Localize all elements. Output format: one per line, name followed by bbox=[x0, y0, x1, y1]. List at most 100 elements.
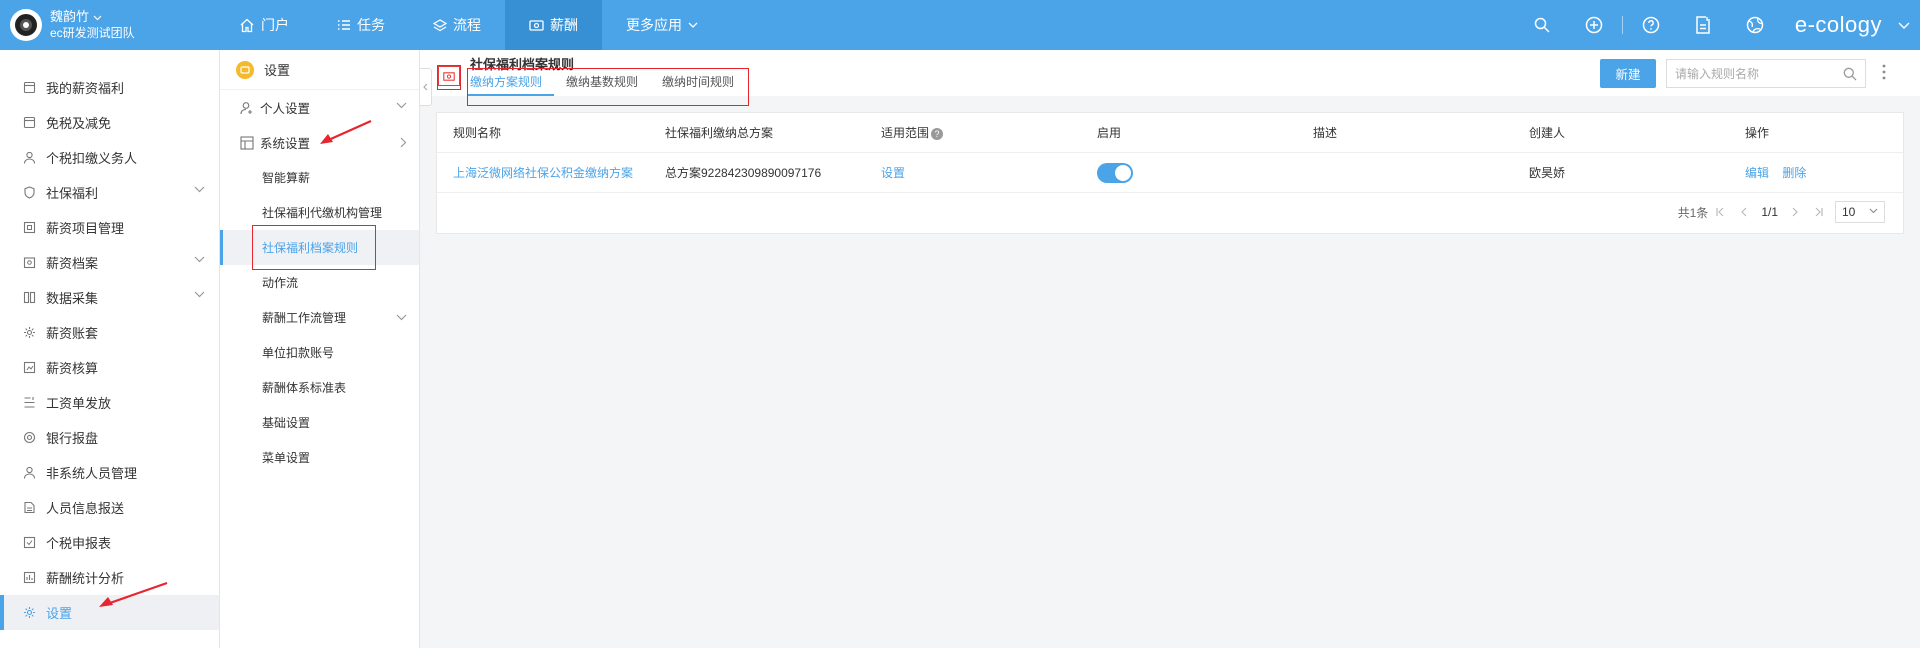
chevron-left-icon bbox=[423, 83, 428, 91]
table-header: 规则名称 社保福利缴纳总方案 适用范围? 启用 描述 创建人 操作 bbox=[437, 113, 1903, 153]
rule-name-link[interactable]: 上海泛微网络社保公积金缴纳方案 bbox=[437, 164, 649, 181]
report-button[interactable] bbox=[1677, 16, 1729, 34]
enabled-cell bbox=[1081, 162, 1297, 183]
creator-cell: 欧昊娇 bbox=[1529, 166, 1566, 180]
page-indicator: 1/1 bbox=[1761, 205, 1778, 219]
nav-more-apps[interactable]: 更多应用 bbox=[602, 0, 722, 50]
col-rule-name: 规则名称 bbox=[453, 126, 502, 140]
brand-logo: e-cology bbox=[1794, 12, 1882, 37]
chevron-down-icon bbox=[396, 314, 407, 321]
add-button[interactable] bbox=[1568, 16, 1620, 34]
grid-icon bbox=[22, 221, 36, 235]
search-input[interactable] bbox=[1675, 66, 1835, 81]
mail-icon bbox=[22, 116, 36, 130]
sidebar-item-12[interactable]: 人员信息报送 bbox=[0, 490, 219, 525]
sidebar-item-10[interactable]: 银行报盘 bbox=[0, 420, 219, 455]
submenu-item-7[interactable]: 基础设置 bbox=[220, 405, 419, 440]
sidebar-item-8[interactable]: 薪资核算 bbox=[0, 350, 219, 385]
sidebar-item-11[interactable]: 非系统人员管理 bbox=[0, 455, 219, 490]
chart-icon bbox=[22, 571, 36, 585]
chevron-down-icon bbox=[194, 256, 205, 263]
total-count: 共1条 bbox=[1677, 205, 1709, 220]
sidebar-item-4[interactable]: 薪资项目管理 bbox=[0, 210, 219, 245]
sidebar-item-5[interactable]: 薪资档案 bbox=[0, 245, 219, 280]
submenu-item-0[interactable]: 智能算薪 bbox=[220, 160, 419, 195]
chevron-down-icon bbox=[688, 22, 698, 28]
sidebar-item-3[interactable]: 社保福利 bbox=[0, 175, 219, 210]
sidebar-item-label: 免税及减免 bbox=[46, 116, 112, 131]
submenu-header: 设置 bbox=[220, 50, 419, 90]
chevron-down-icon bbox=[1869, 208, 1878, 214]
enabled-toggle[interactable] bbox=[1097, 162, 1133, 183]
chevron-down-icon bbox=[93, 15, 102, 21]
submenu-item-3[interactable]: 动作流 bbox=[220, 265, 419, 300]
chevron-left-icon bbox=[1741, 207, 1747, 217]
new-button[interactable]: 新建 bbox=[1600, 59, 1656, 88]
search-button[interactable] bbox=[1516, 17, 1568, 33]
last-page-button[interactable] bbox=[1814, 207, 1823, 217]
submenu-item-8[interactable]: 菜单设置 bbox=[220, 440, 419, 475]
delete-link[interactable]: 删除 bbox=[1782, 166, 1806, 180]
report-icon bbox=[1696, 16, 1710, 34]
home-icon bbox=[240, 18, 254, 32]
user-name: 魏韵竹 bbox=[50, 9, 90, 24]
brand-menu[interactable] bbox=[1888, 22, 1920, 29]
sidebar-item-9[interactable]: 工资单发放 bbox=[0, 385, 219, 420]
table-row: 上海泛微网络社保公积金缴纳方案 总方案922842309890097176 设置… bbox=[437, 153, 1903, 193]
sidebar-item-7[interactable]: 薪资账套 bbox=[0, 315, 219, 350]
last-page-icon bbox=[1815, 207, 1823, 217]
user-icon bbox=[22, 466, 36, 480]
sidebar-item-label: 薪资核算 bbox=[46, 361, 99, 376]
help-button[interactable] bbox=[1625, 16, 1677, 34]
send-icon bbox=[22, 396, 36, 410]
search-icon[interactable] bbox=[1843, 67, 1857, 81]
submenu-item-5[interactable]: 单位扣款账号 bbox=[220, 335, 419, 370]
page-size-select[interactable]: 10 bbox=[1835, 201, 1885, 223]
annotation-arrow bbox=[99, 581, 168, 607]
sidebar-item-1[interactable]: 免税及减免 bbox=[0, 105, 219, 140]
edit-link[interactable]: 编辑 bbox=[1745, 166, 1769, 180]
col-scope: 适用范围? bbox=[865, 124, 1081, 141]
user-switcher[interactable]: 魏韵竹 ec研发测试团队 bbox=[0, 9, 215, 41]
user-icon bbox=[22, 151, 36, 165]
doc-icon bbox=[22, 501, 36, 515]
sidebar-item-6[interactable]: 数据采集 bbox=[0, 280, 219, 315]
top-bar: 魏韵竹 ec研发测试团队 门户 任务 流程 薪酬 更多应用 e-cology bbox=[0, 0, 1920, 50]
sidebar-item-label: 薪资档案 bbox=[46, 256, 99, 271]
folder-icon bbox=[22, 256, 36, 270]
scope-settings-link[interactable]: 设置 bbox=[865, 164, 1081, 181]
first-page-icon bbox=[1716, 207, 1724, 217]
search-box bbox=[1666, 59, 1866, 88]
main-content: 社保福利档案规则 缴纳方案规则 缴纳基数规则 缴纳时间规则 新建 规则名称 社保… bbox=[420, 50, 1920, 648]
annotation-box-icon bbox=[437, 65, 461, 90]
chevron-down-icon bbox=[194, 291, 205, 298]
submenu-item-6[interactable]: 薪酬体系标准表 bbox=[220, 370, 419, 405]
sidebar-item-2[interactable]: 个税扣缴义务人 bbox=[0, 140, 219, 175]
actions-cell: 编辑 删除 bbox=[1729, 164, 1879, 181]
sidebar-item-label: 数据采集 bbox=[46, 291, 99, 306]
sidebar-item-13[interactable]: 个税申报表 bbox=[0, 525, 219, 560]
chevron-down-icon bbox=[396, 102, 407, 109]
shield-icon bbox=[22, 186, 36, 200]
first-page-button[interactable] bbox=[1716, 207, 1725, 217]
layers-icon bbox=[433, 18, 447, 31]
theme-button[interactable] bbox=[1729, 16, 1781, 34]
more-options-button[interactable] bbox=[1882, 64, 1886, 83]
next-page-button[interactable] bbox=[1792, 207, 1798, 217]
mail-icon bbox=[22, 81, 36, 95]
nav-workflow[interactable]: 流程 bbox=[409, 0, 505, 50]
sidebar-item-0[interactable]: 我的薪资福利 bbox=[0, 70, 219, 105]
list-icon bbox=[338, 20, 350, 30]
submenu-item-4[interactable]: 薪酬工作流管理 bbox=[220, 300, 419, 335]
nav-tasks[interactable]: 任务 bbox=[313, 0, 409, 50]
pagination: 共1条 1/1 10 bbox=[1678, 201, 1885, 223]
top-tools: e-cology bbox=[1516, 0, 1920, 50]
sidebar-item-label: 薪资项目管理 bbox=[46, 221, 125, 236]
nav-salary[interactable]: 薪酬 bbox=[505, 0, 602, 50]
nav-portal[interactable]: 门户 bbox=[215, 0, 313, 50]
prev-page-button[interactable] bbox=[1741, 207, 1747, 217]
help-icon[interactable]: ? bbox=[931, 127, 944, 140]
chevron-right-icon bbox=[1792, 207, 1798, 217]
total-scheme-cell: 总方案922842309890097176 bbox=[665, 166, 822, 180]
collapse-submenu-button[interactable] bbox=[420, 68, 432, 106]
